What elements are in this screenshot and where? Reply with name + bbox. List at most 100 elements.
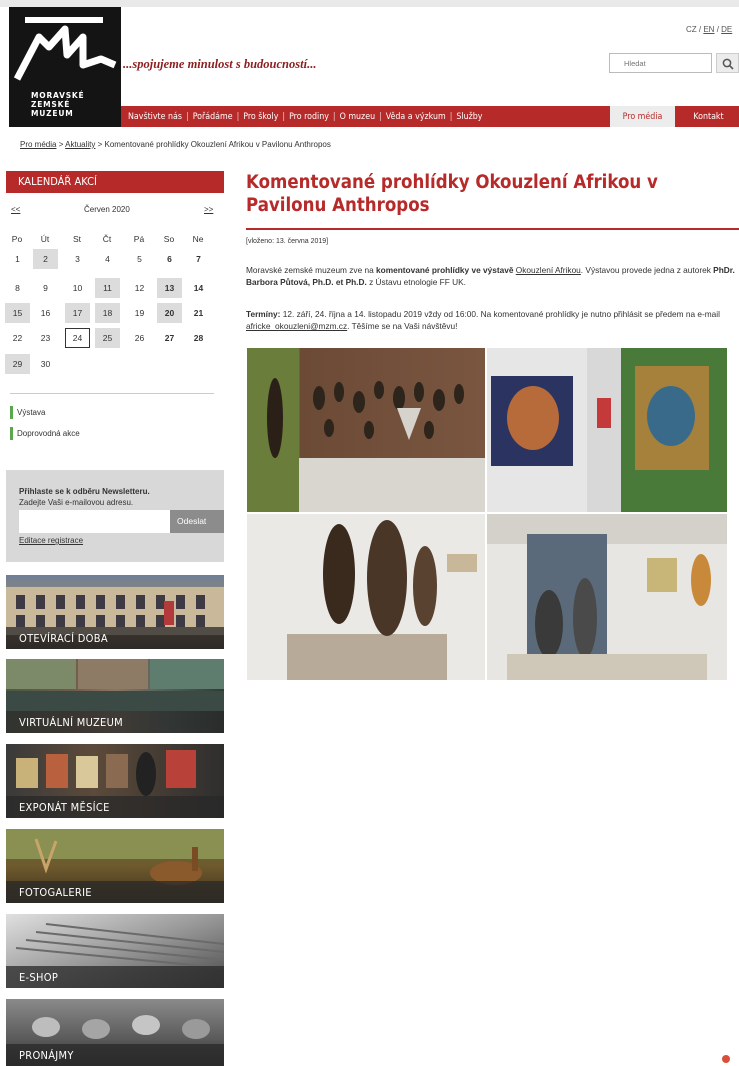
photo-sculptures[interactable] <box>487 514 727 680</box>
calendar-day[interactable]: 11 <box>95 278 120 298</box>
tagline: ...spojujeme minulost s budoucností... <box>123 57 317 71</box>
breadcrumb: Pro média > Aktuality > Komentované proh… <box>20 140 331 149</box>
tile-fotogalerie[interactable]: FOTOGALERIE <box>6 829 224 903</box>
nav-item-navstivte[interactable]: Navštivte nás <box>124 112 186 122</box>
article-paragraph-2: Termíny: 12. září, 24. října a 14. listo… <box>246 309 720 331</box>
photo-statues[interactable] <box>247 514 485 680</box>
lang-en[interactable]: EN <box>703 25 714 34</box>
photo-paintings[interactable] <box>487 348 727 512</box>
calendar-day[interactable]: 7 <box>186 249 211 269</box>
article-paragraph-1: Moravské zemské muzeum zve na komentovan… <box>246 265 735 287</box>
calendar-day[interactable]: 25 <box>95 328 120 348</box>
weekday-header: So <box>163 234 175 244</box>
calendar-month: Červen 2020 <box>84 205 130 214</box>
calendar-day[interactable]: 15 <box>5 303 30 323</box>
scroll-indicator <box>722 1055 730 1063</box>
paintings-image <box>487 348 727 512</box>
calendar-day[interactable]: 14 <box>186 278 211 298</box>
calendar-day[interactable]: 30 <box>33 354 58 374</box>
legend-marker <box>10 427 13 440</box>
calendar-divider <box>10 393 214 394</box>
weekday-header: Ne <box>192 234 204 244</box>
exhibition-link[interactable]: Okouzlení Afrikou <box>516 265 581 275</box>
photo-collage <box>247 348 727 680</box>
breadcrumb-current: Komentované prohlídky Okouzlení Afrikou … <box>104 140 331 149</box>
tile-oteviraci-doba[interactable]: OTEVÍRACÍ DOBA <box>6 575 224 649</box>
newsletter-email-input[interactable] <box>19 510 170 533</box>
museum-logo[interactable]: MORAVSKÉ ZEMSKÉ MUZEUM <box>9 7 121 127</box>
weekday-header: Út <box>40 234 50 244</box>
language-switch: CZ / EN / DE <box>686 25 733 34</box>
calendar-day[interactable]: 28 <box>186 328 211 348</box>
photo-masks[interactable] <box>247 348 485 512</box>
tile-label: E-SHOP <box>19 971 59 984</box>
calendar-heading: KALENDÁŘ AKCÍ <box>6 171 224 193</box>
calendar-next-button[interactable]: >> <box>204 205 213 214</box>
tile-e-shop[interactable]: E-SHOP <box>6 914 224 988</box>
calendar-prev-button[interactable]: << <box>11 205 20 214</box>
logo-mark-icon <box>13 17 117 81</box>
legend-marker <box>10 406 13 419</box>
nav-item-veda[interactable]: Věda a výzkum <box>382 112 450 122</box>
legend-vystava: Výstava <box>10 406 45 419</box>
newsletter-title: Přihlaste se k odběru Newsletteru. <box>19 487 150 496</box>
main-nav: Navštivte nás | Pořádáme | Pro školy | P… <box>121 106 739 127</box>
article-date: [vloženo: 13. června 2019] <box>246 238 329 245</box>
nav-item-o-muzeu[interactable]: O muzeu <box>336 112 380 122</box>
weekday-header: Čt <box>102 234 112 244</box>
calendar-day[interactable]: 10 <box>65 278 90 298</box>
nav-item-sluzby[interactable]: Služby <box>452 112 486 122</box>
breadcrumb-pro-media[interactable]: Pro média <box>20 140 56 149</box>
search-icon <box>722 58 734 70</box>
calendar-day[interactable]: 27 <box>157 328 182 348</box>
tile-label: VIRTUÁLNÍ MUZEUM <box>19 716 123 729</box>
sculptures-image <box>487 514 727 680</box>
tile-pronajmy[interactable]: PRONÁJMY <box>6 999 224 1066</box>
newsletter-send-button[interactable]: Odeslat <box>170 510 224 533</box>
weekday-header: Po <box>11 234 23 244</box>
nav-item-pro-skoly[interactable]: Pro školy <box>239 112 282 122</box>
calendar-day[interactable]: 18 <box>95 303 120 323</box>
calendar-day[interactable]: 9 <box>33 278 58 298</box>
newsletter-box: Přihlaste se k odběru Newsletteru. Zadej… <box>6 470 224 562</box>
tile-exponat-mesice[interactable]: EXPONÁT MĚSÍCE <box>6 744 224 818</box>
calendar-day[interactable]: 22 <box>5 328 30 348</box>
calendar-day[interactable]: 13 <box>157 278 182 298</box>
calendar-day[interactable]: 26 <box>127 328 152 348</box>
calendar-day[interactable]: 20 <box>157 303 182 323</box>
statues-image <box>287 520 477 680</box>
weekday-header: Pá <box>133 234 145 244</box>
calendar-day[interactable]: 5 <box>127 249 152 269</box>
masks-image <box>267 378 485 512</box>
calendar-day[interactable]: 12 <box>127 278 152 298</box>
tile-label: FOTOGALERIE <box>19 886 92 899</box>
calendar-day[interactable]: 19 <box>127 303 152 323</box>
newsletter-edit-link[interactable]: Editace registrace <box>19 536 83 545</box>
calendar-day[interactable]: 23 <box>33 328 58 348</box>
calendar-day[interactable]: 1 <box>5 249 30 269</box>
breadcrumb-aktuality[interactable]: Aktuality <box>65 140 95 149</box>
tile-label: EXPONÁT MĚSÍCE <box>19 801 110 814</box>
calendar-day[interactable]: 2 <box>33 249 58 269</box>
search-button[interactable] <box>716 53 739 73</box>
lang-cz[interactable]: CZ <box>686 25 697 34</box>
calendar-day[interactable]: 4 <box>95 249 120 269</box>
tile-virtualni-muzeum[interactable]: VIRTUÁLNÍ MUZEUM <box>6 659 224 733</box>
calendar-day[interactable]: 3 <box>65 249 90 269</box>
search-input[interactable] <box>610 54 713 72</box>
calendar-day[interactable]: 8 <box>5 278 30 298</box>
calendar-day[interactable]: 6 <box>157 249 182 269</box>
calendar-day[interactable]: 17 <box>65 303 90 323</box>
calendar-day[interactable]: 24 <box>65 328 90 348</box>
email-link[interactable]: africke_okouzleni@mzm.cz <box>246 321 347 331</box>
calendar-day[interactable]: 16 <box>33 303 58 323</box>
calendar-day[interactable]: 29 <box>5 354 30 374</box>
lang-de[interactable]: DE <box>721 25 732 34</box>
article-title: Komentované prohlídky Okouzlení Afrikou … <box>246 172 658 216</box>
nav-item-kontakt[interactable]: Kontakt <box>678 106 739 127</box>
nav-item-pro-rodiny[interactable]: Pro rodiny <box>285 112 333 122</box>
calendar-day[interactable]: 21 <box>186 303 211 323</box>
nav-item-pro-media[interactable]: Pro média <box>610 106 675 127</box>
nav-item-poradame[interactable]: Pořádáme <box>189 112 237 122</box>
top-strip <box>0 0 739 7</box>
